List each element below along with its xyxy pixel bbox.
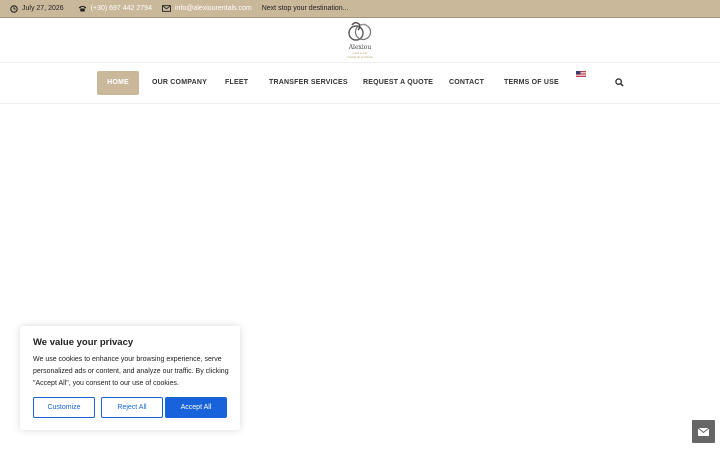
logo-emblem-icon [348, 22, 372, 41]
clock-icon [10, 4, 18, 13]
accept-all-button[interactable]: Accept All [165, 397, 227, 418]
tagline-text: Next stop your destination... [261, 5, 349, 12]
phone-info[interactable]: (+30) 697 442 2794 [78, 5, 152, 12]
contact-widget-button[interactable] [692, 420, 715, 443]
phone-link[interactable]: (+30) 697 442 2794 [91, 5, 152, 12]
customize-button[interactable]: Customize [33, 397, 95, 418]
header-logo-area: Alexiou rent a car travel & tourism [0, 18, 720, 63]
mail-icon [162, 5, 171, 12]
nav-transfer-services[interactable]: TRANSFER SERVICES [269, 71, 348, 95]
nav-request-a-quote[interactable]: REQUEST A QUOTE [363, 71, 433, 95]
main-nav: HOME OUR COMPANY FLEET TRANSFER SERVICES… [0, 63, 720, 104]
nav-our-company[interactable]: OUR COMPANY [152, 71, 207, 95]
tagline: Next stop your destination... [262, 5, 349, 12]
date-text: July 27, 2026 [22, 5, 64, 12]
nav-contact[interactable]: CONTACT [449, 71, 484, 95]
email-info[interactable]: info@alexiourentals.com [162, 5, 252, 12]
envelope-icon [698, 427, 709, 436]
reject-all-button[interactable]: Reject All [101, 397, 163, 418]
site-logo[interactable]: Alexiou rent a car travel & tourism [341, 20, 379, 60]
nav-home[interactable]: HOME [97, 71, 139, 95]
top-bar: July 27, 2026 (+30) 697 442 2794 info@al… [0, 0, 720, 18]
logo-brand: Alexiou [348, 44, 372, 51]
date-info: July 27, 2026 [10, 4, 64, 13]
cookie-description: We use cookies to enhance your browsing … [33, 356, 229, 387]
phone-icon [78, 5, 86, 12]
nav-fleet[interactable]: FLEET [225, 71, 248, 95]
search-icon[interactable] [615, 78, 624, 87]
cookie-consent-banner: We value your privacy We use cookies to … [20, 326, 240, 430]
cookie-title: We value your privacy [33, 337, 134, 348]
nav-terms-of-use[interactable]: TERMS OF USE [504, 71, 559, 95]
us-flag-icon[interactable] [576, 71, 586, 77]
email-link[interactable]: info@alexiourentals.com [175, 5, 252, 12]
logo-subline-2: travel & tourism [347, 55, 373, 59]
